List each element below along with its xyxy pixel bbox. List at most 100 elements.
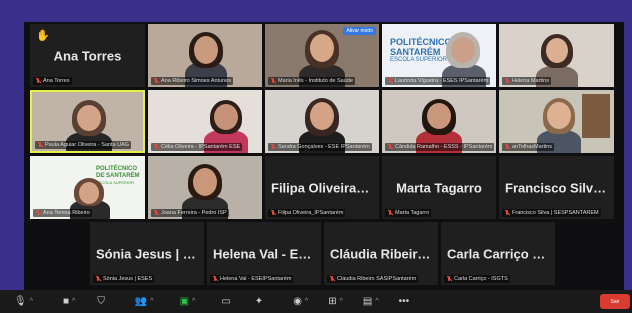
mic-muted-icon	[153, 78, 159, 84]
participant-name: Filipa Oliveira_I...	[271, 180, 378, 195]
participant-name: Cláudia Ribeiro...	[330, 246, 437, 261]
chevron-up-icon: ^	[304, 298, 309, 305]
participant-label: anTolhasMartins	[502, 143, 555, 151]
participant-label: Ana Teresa Ribeiro	[33, 209, 92, 217]
mic-muted-icon	[212, 276, 218, 282]
participant-tile[interactable]: Ana Ribeiro Simoes Antunes	[148, 24, 262, 87]
leave-meeting-button[interactable]: Sair	[600, 294, 630, 309]
breakout-button[interactable]: ⊞ ^	[328, 296, 343, 307]
record-icon: ◉	[293, 296, 302, 307]
participant-label: Cláudia Ribeiro SASIPSantarém	[327, 275, 419, 283]
share-screen-icon: ▣	[179, 296, 190, 307]
share-screen-button[interactable]: ▣ ^	[180, 296, 196, 307]
participant-label: Ana Torres	[33, 77, 72, 85]
participant-label: Francisco Silva | SESPSANTAREM	[502, 209, 601, 217]
chevron-up-icon: ^	[192, 298, 196, 305]
mic-muted-icon	[153, 210, 159, 216]
participant-tile[interactable]: anTolhasMartins	[499, 90, 614, 153]
mute-button[interactable]: 🎙 ^	[14, 296, 33, 307]
apps-icon: ▤	[362, 296, 373, 307]
participant-name: Carla Carriço - E...	[447, 246, 555, 261]
shield-icon: ⛉	[97, 296, 105, 307]
mic-muted-icon	[95, 276, 101, 282]
chevron-up-icon: ^	[375, 298, 379, 305]
video-mode-tag: Ativar modo	[343, 27, 376, 35]
participant-tile[interactable]: ✋ Ana Torres Ana Torres	[30, 24, 145, 87]
participant-tile[interactable]: Sandra Gonçalves - ESE IPSantarém	[265, 90, 379, 153]
window-frame-left	[0, 0, 24, 313]
participant-name: Sónia Jesus | ESES	[96, 246, 204, 261]
chevron-up-icon: ^	[150, 298, 154, 305]
participant-label: Helena Val - ESEIPSantarém	[210, 275, 294, 283]
mic-muted-icon	[504, 144, 510, 150]
participant-tile[interactable]: Carla Carriço - E... Carla Carriço - ISG…	[441, 222, 555, 285]
participant-label: Paula Aguiar Oliveira - Santa UAG	[35, 141, 132, 149]
chevron-up-icon: ^	[29, 298, 33, 305]
video-grid: ✋ Ana Torres Ana Torres Ana Ribeiro Simo…	[24, 22, 624, 290]
participant-label: Maria Inês - Instituto de Saúde	[268, 77, 355, 85]
mic-muted-icon	[270, 144, 276, 150]
record-button[interactable]: ◉ ^	[293, 296, 308, 307]
reactions-button[interactable]: ✦	[255, 296, 263, 307]
participant-tile[interactable]: Francisco Silva... Francisco Silva | SES…	[499, 156, 614, 219]
participant-tile[interactable]: Ativar modo Maria Inês - Instituto de Sa…	[265, 24, 379, 87]
mic-muted-icon	[153, 144, 159, 150]
mic-muted-icon	[387, 210, 393, 216]
participant-label: Célia Oliveira - IPSantarém ESE	[151, 143, 243, 151]
security-button[interactable]: ⛉	[97, 296, 105, 307]
participant-label: Carla Carriço - ISGTS	[444, 275, 510, 283]
window-frame-top	[0, 0, 632, 22]
more-button[interactable]: •••	[399, 296, 410, 307]
participant-tile[interactable]: Filipa Oliveira_I... Filipa Oliveira_IPS…	[265, 156, 379, 219]
mic-muted-icon	[446, 276, 452, 282]
participant-label: Helena Martins	[502, 77, 551, 85]
participant-tile[interactable]: Sónia Jesus | ESES Sónia Jesus | ESES	[90, 222, 204, 285]
participant-tile[interactable]: Marta Tagarro Marta Tagarro	[382, 156, 496, 219]
participant-label: Joana Ferreira - Pedro ISP	[151, 209, 229, 217]
participant-tile[interactable]: Helena Martins	[499, 24, 614, 87]
participant-name: Marta Tagarro	[396, 180, 482, 195]
mic-muted-icon	[270, 78, 276, 84]
sparkle-icon: ✦	[254, 296, 264, 307]
participant-tile-active-speaker[interactable]: Paula Aguiar Oliveira - Santa UAG	[30, 90, 145, 153]
participant-tile[interactable]: Helena Val - ES... Helena Val - ESEIPSan…	[207, 222, 321, 285]
microphone-icon: 🎙	[14, 296, 27, 307]
participant-label: Filipa Oliveira_IPSantarém	[268, 209, 346, 217]
participant-tile[interactable]: POLITÉCNICO DE SANTARÉM ESCOLA SUPERIOR …	[30, 156, 145, 219]
chat-button[interactable]: ▭	[221, 296, 230, 307]
mic-muted-icon	[387, 144, 393, 150]
chat-icon: ▭	[221, 296, 231, 307]
mic-muted-icon	[35, 78, 41, 84]
mic-muted-icon	[35, 210, 41, 216]
participant-tile[interactable]: Cândida Ramalho - ESSS - IPSantarém	[382, 90, 496, 153]
participant-name: Helena Val - ES...	[213, 246, 318, 261]
chevron-up-icon: ^	[72, 298, 76, 305]
participant-label: Sandra Gonçalves - ESE IPSantarém	[268, 143, 372, 151]
camera-icon: ■	[63, 296, 70, 307]
participant-name: Ana Torres	[53, 48, 122, 63]
participant-tile[interactable]: POLITÉCNICO SANTARÉM ESCOLA SUPERIOR Lau…	[382, 24, 496, 87]
participant-label: Ana Ribeiro Simoes Antunes	[151, 77, 234, 85]
participant-tile[interactable]: Joana Ferreira - Pedro ISP	[148, 156, 262, 219]
participants-icon: 👥	[134, 296, 148, 307]
participant-label: Laurinda Vigueira - ESES IPSantarém	[385, 77, 491, 85]
video-button[interactable]: ■ ^	[63, 296, 75, 307]
mic-muted-icon	[270, 210, 276, 216]
chevron-up-icon: ^	[339, 298, 343, 305]
window-frame-right	[624, 0, 632, 313]
participant-label: Cândida Ramalho - ESSS - IPSantarém	[385, 143, 494, 151]
meeting-toolbar: 🎙 ^ ■ ^ ⛉ 👥 ^ ▣ ^ ▭ ✦ ◉ ^ ⊞ ^ ▤ ^ ••• Sair	[0, 290, 632, 313]
participant-label: Marta Tagarro	[385, 209, 432, 217]
mic-muted-icon	[504, 78, 510, 84]
mic-muted-icon	[37, 142, 43, 148]
participant-tile[interactable]: Cláudia Ribeiro... Cláudia Ribeiro SASIP…	[324, 222, 438, 285]
raised-hand-icon: ✋	[36, 30, 50, 42]
grid-icon: ⊞	[328, 296, 337, 307]
mic-muted-icon	[504, 210, 510, 216]
more-icon: •••	[398, 296, 410, 307]
participant-name: Francisco Silva...	[505, 180, 612, 195]
participants-button[interactable]: 👥 ^	[135, 296, 154, 307]
participant-tile[interactable]: Célia Oliveira - IPSantarém ESE	[148, 90, 262, 153]
mic-muted-icon	[387, 78, 393, 84]
whiteboard-button[interactable]: ▤ ^	[363, 296, 379, 307]
